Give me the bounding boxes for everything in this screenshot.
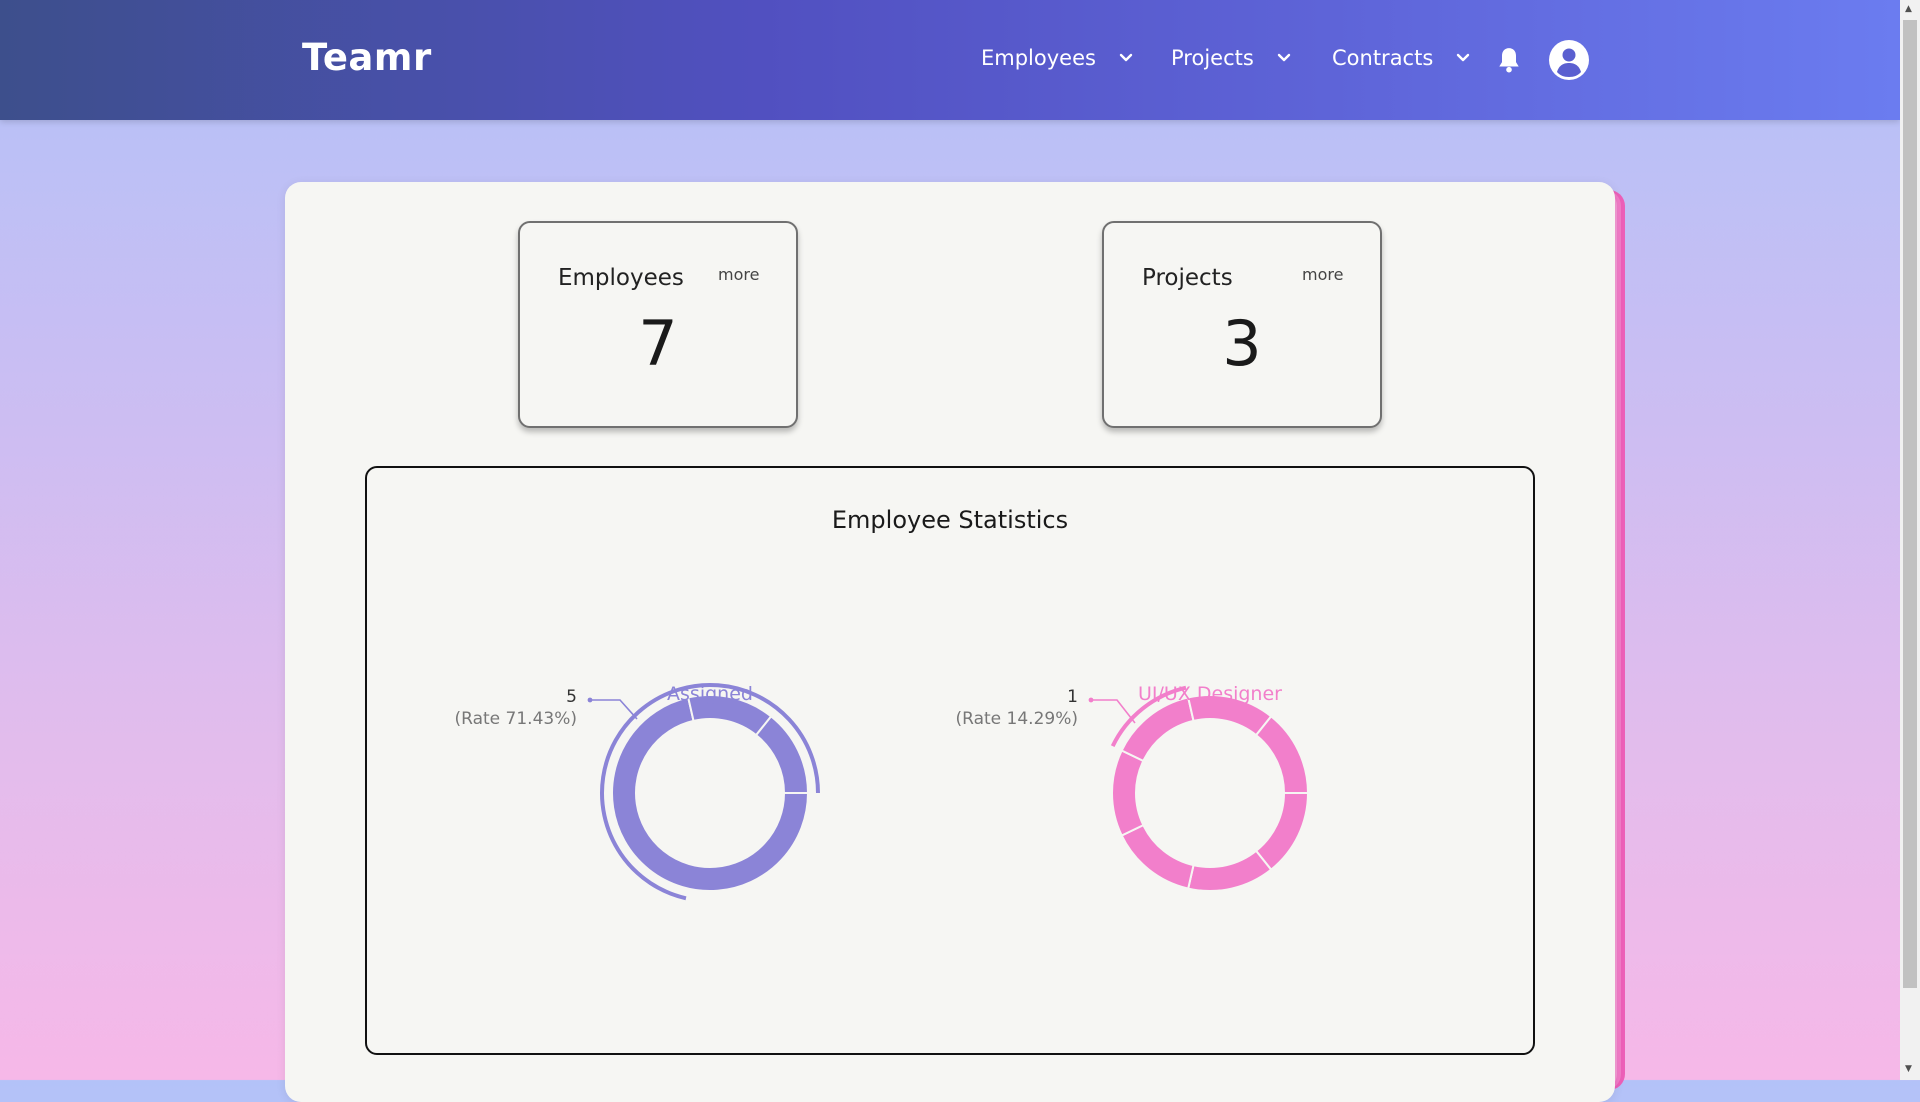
projects-more-link[interactable]: more (1302, 265, 1343, 284)
chevron-down-icon (1457, 53, 1470, 62)
projects-card[interactable]: Projects more 3 (1102, 221, 1382, 428)
assigned-leader-line (590, 699, 638, 720)
user-avatar-icon[interactable] (1549, 40, 1589, 80)
assigned-leader-dot (587, 697, 593, 703)
donut-charts: Assigned 5 (Rate 71.43%) UI/UX Designer … (455, 683, 1310, 901)
designer-segment[interactable] (1120, 696, 1195, 763)
assigned-count-label: 5 (566, 687, 577, 707)
bell-icon[interactable] (1496, 46, 1522, 74)
employees-card[interactable]: Employees more 7 (518, 221, 798, 428)
scroll-down-icon[interactable]: ▼ (1905, 1064, 1915, 1074)
designer-donut-chart[interactable]: UI/UX Designer 1 (Rate 14.29%) (956, 683, 1310, 892)
nav-contracts-label: Contracts (1332, 46, 1434, 70)
employees-card-title: Employees (558, 265, 684, 291)
assigned-segment[interactable] (754, 714, 810, 794)
nav-projects[interactable]: Projects (1171, 46, 1292, 70)
scroll-up-icon[interactable]: ▲ (1905, 4, 1915, 14)
nav-employees[interactable]: Employees (981, 46, 1134, 70)
nav-employees-label: Employees (981, 46, 1096, 70)
projects-card-title: Projects (1142, 265, 1233, 291)
scroll-thumb[interactable] (1903, 20, 1917, 988)
projects-count: 3 (1222, 307, 1262, 380)
employee-statistics-panel: Employee Statistics Assigned 5 (Rate 71.… (365, 466, 1535, 1055)
designer-segment[interactable] (1186, 849, 1273, 892)
assigned-rate-label: (Rate 71.43%) (455, 709, 577, 729)
designer-count-label: 1 (1067, 687, 1078, 707)
designer-segment[interactable] (1120, 823, 1195, 890)
brand-logo[interactable]: Teamr (302, 36, 432, 79)
designer-leader-dot (1088, 697, 1094, 703)
nav-projects-label: Projects (1171, 46, 1254, 70)
designer-segment[interactable] (1111, 749, 1145, 837)
employees-more-link[interactable]: more (718, 265, 759, 284)
designer-segment[interactable] (1254, 792, 1310, 872)
designer-center-label: UI/UX Designer (1138, 683, 1282, 705)
chevron-down-icon (1119, 53, 1133, 62)
chevron-down-icon (1277, 53, 1290, 62)
assigned-center-label: Assigned (667, 683, 753, 705)
assigned-donut-chart[interactable]: Assigned 5 (Rate 71.43%) (455, 683, 820, 901)
page-scrollbar[interactable]: ▲ ▼ (1900, 0, 1920, 1080)
nav-contracts[interactable]: Contracts (1332, 46, 1471, 70)
employees-count: 7 (638, 307, 678, 380)
designer-rate-label: (Rate 14.29%) (956, 709, 1078, 729)
top-navbar: Teamr Employees Projects Contracts (0, 0, 1900, 120)
designer-segment[interactable] (1254, 714, 1310, 794)
